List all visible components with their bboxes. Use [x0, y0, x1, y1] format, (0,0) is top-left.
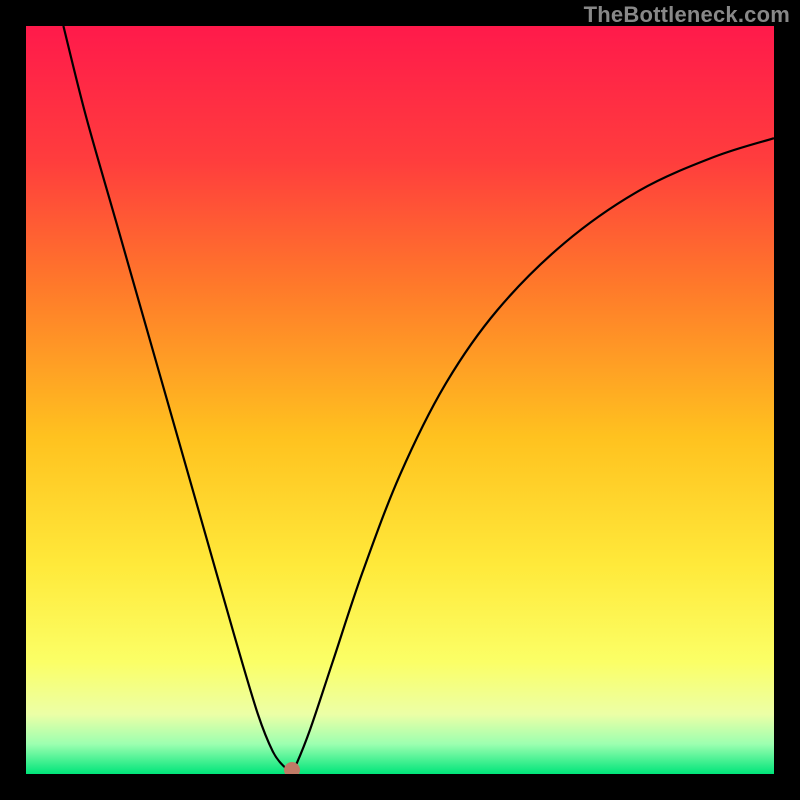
plot-area — [26, 26, 774, 774]
curve-path — [63, 26, 774, 771]
optimum-marker — [284, 762, 300, 774]
chart-curve — [26, 26, 774, 774]
watermark-text: TheBottleneck.com — [584, 2, 790, 28]
chart-frame: TheBottleneck.com — [0, 0, 800, 800]
